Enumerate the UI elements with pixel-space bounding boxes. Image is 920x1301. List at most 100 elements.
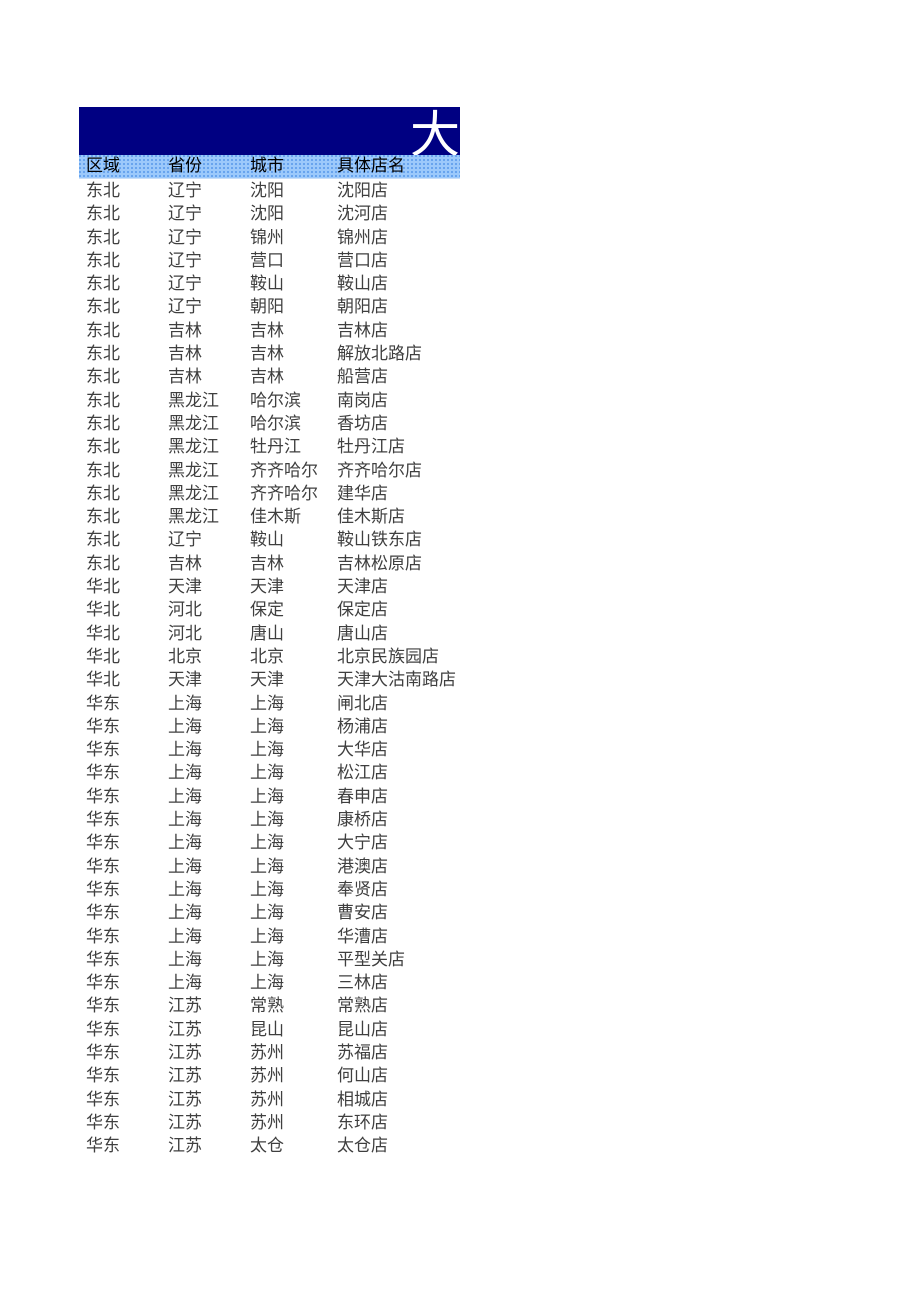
cell-store[interactable]: 锦州店 bbox=[337, 226, 388, 249]
table-row[interactable]: 华东 上海 上海 曹安店 bbox=[79, 901, 460, 924]
cell-region[interactable]: 东北 bbox=[86, 412, 120, 435]
table-row[interactable]: 东北 黑龙江 哈尔滨 香坊店 bbox=[79, 412, 460, 435]
cell-store[interactable]: 曹安店 bbox=[337, 901, 388, 924]
cell-province[interactable]: 辽宁 bbox=[168, 249, 202, 272]
table-row[interactable]: 东北 辽宁 鞍山 鞍山铁东店 bbox=[79, 528, 460, 551]
cell-city[interactable]: 上海 bbox=[250, 692, 284, 715]
cell-city[interactable]: 哈尔滨 bbox=[250, 389, 301, 412]
cell-store[interactable]: 天津店 bbox=[337, 575, 388, 598]
table-row[interactable]: 华东 上海 上海 华漕店 bbox=[79, 925, 460, 948]
cell-region[interactable]: 东北 bbox=[86, 319, 120, 342]
cell-city[interactable]: 朝阳 bbox=[250, 295, 284, 318]
cell-city[interactable]: 保定 bbox=[250, 598, 284, 621]
cell-city[interactable]: 苏州 bbox=[250, 1064, 284, 1087]
table-row[interactable]: 华北 北京 北京 北京民族园店 bbox=[79, 645, 460, 668]
cell-store[interactable]: 大华店 bbox=[337, 738, 388, 761]
cell-province[interactable]: 吉林 bbox=[168, 342, 202, 365]
cell-city[interactable]: 苏州 bbox=[250, 1111, 284, 1134]
cell-city[interactable]: 吉林 bbox=[250, 552, 284, 575]
cell-region[interactable]: 华东 bbox=[86, 761, 120, 784]
table-row[interactable]: 华东 上海 上海 港澳店 bbox=[79, 855, 460, 878]
table-row[interactable]: 华东 上海 上海 奉贤店 bbox=[79, 878, 460, 901]
cell-province[interactable]: 上海 bbox=[168, 808, 202, 831]
cell-city[interactable]: 吉林 bbox=[250, 319, 284, 342]
table-row[interactable]: 华东 上海 上海 平型关店 bbox=[79, 948, 460, 971]
cell-province[interactable]: 江苏 bbox=[168, 1088, 202, 1111]
cell-region[interactable]: 东北 bbox=[86, 435, 120, 458]
cell-city[interactable]: 太仓 bbox=[250, 1134, 284, 1157]
cell-store[interactable]: 建华店 bbox=[337, 482, 388, 505]
cell-store[interactable]: 沈河店 bbox=[337, 202, 388, 225]
cell-province[interactable]: 上海 bbox=[168, 855, 202, 878]
cell-city[interactable]: 北京 bbox=[250, 645, 284, 668]
cell-region[interactable]: 华北 bbox=[86, 575, 120, 598]
cell-city[interactable]: 齐齐哈尔 bbox=[250, 482, 318, 505]
cell-store[interactable]: 解放北路店 bbox=[337, 342, 422, 365]
cell-region[interactable]: 华东 bbox=[86, 785, 120, 808]
cell-province[interactable]: 江苏 bbox=[168, 1111, 202, 1134]
cell-city[interactable]: 天津 bbox=[250, 668, 284, 691]
cell-store[interactable]: 保定店 bbox=[337, 598, 388, 621]
cell-store[interactable]: 牡丹江店 bbox=[337, 435, 405, 458]
cell-region[interactable]: 华东 bbox=[86, 901, 120, 924]
cell-region[interactable]: 华东 bbox=[86, 692, 120, 715]
cell-region[interactable]: 华东 bbox=[86, 831, 120, 854]
table-row[interactable]: 华东 上海 上海 春申店 bbox=[79, 785, 460, 808]
cell-store[interactable]: 华漕店 bbox=[337, 925, 388, 948]
cell-city[interactable]: 苏州 bbox=[250, 1088, 284, 1111]
cell-store[interactable]: 船营店 bbox=[337, 365, 388, 388]
cell-store[interactable]: 平型关店 bbox=[337, 948, 405, 971]
cell-province[interactable]: 上海 bbox=[168, 878, 202, 901]
table-row[interactable]: 华东 上海 上海 大宁店 bbox=[79, 831, 460, 854]
table-row[interactable]: 华东 上海 上海 杨浦店 bbox=[79, 715, 460, 738]
table-row[interactable]: 华北 天津 天津 天津大沽南路店 bbox=[79, 668, 460, 691]
cell-province[interactable]: 江苏 bbox=[168, 994, 202, 1017]
cell-store[interactable]: 闸北店 bbox=[337, 692, 388, 715]
cell-store[interactable]: 相城店 bbox=[337, 1088, 388, 1111]
cell-region[interactable]: 东北 bbox=[86, 389, 120, 412]
cell-province[interactable]: 江苏 bbox=[168, 1041, 202, 1064]
table-row[interactable]: 东北 辽宁 鞍山 鞍山店 bbox=[79, 272, 460, 295]
cell-province[interactable]: 上海 bbox=[168, 831, 202, 854]
cell-province[interactable]: 江苏 bbox=[168, 1134, 202, 1157]
cell-store[interactable]: 常熟店 bbox=[337, 994, 388, 1017]
cell-store[interactable]: 三林店 bbox=[337, 971, 388, 994]
cell-province[interactable]: 上海 bbox=[168, 692, 202, 715]
table-row[interactable]: 华东 江苏 苏州 东环店 bbox=[79, 1111, 460, 1134]
cell-city[interactable]: 上海 bbox=[250, 738, 284, 761]
cell-city[interactable]: 牡丹江 bbox=[250, 435, 301, 458]
cell-city[interactable]: 唐山 bbox=[250, 622, 284, 645]
table-row[interactable]: 华东 江苏 苏州 苏福店 bbox=[79, 1041, 460, 1064]
cell-region[interactable]: 华东 bbox=[86, 994, 120, 1017]
cell-store[interactable]: 太仓店 bbox=[337, 1134, 388, 1157]
cell-city[interactable]: 沈阳 bbox=[250, 202, 284, 225]
cell-province[interactable]: 黑龙江 bbox=[168, 412, 219, 435]
cell-store[interactable]: 吉林松原店 bbox=[337, 552, 422, 575]
cell-store[interactable]: 朝阳店 bbox=[337, 295, 388, 318]
cell-store[interactable]: 南岗店 bbox=[337, 389, 388, 412]
cell-city[interactable]: 营口 bbox=[250, 249, 284, 272]
cell-province[interactable]: 黑龙江 bbox=[168, 505, 219, 528]
table-row[interactable]: 东北 辽宁 营口 营口店 bbox=[79, 249, 460, 272]
cell-region[interactable]: 华北 bbox=[86, 668, 120, 691]
cell-province[interactable]: 上海 bbox=[168, 925, 202, 948]
cell-store[interactable]: 苏福店 bbox=[337, 1041, 388, 1064]
cell-province[interactable]: 江苏 bbox=[168, 1064, 202, 1087]
cell-province[interactable]: 天津 bbox=[168, 575, 202, 598]
table-row[interactable]: 东北 黑龙江 佳木斯 佳木斯店 bbox=[79, 505, 460, 528]
cell-store[interactable]: 大宁店 bbox=[337, 831, 388, 854]
table-row[interactable]: 东北 吉林 吉林 吉林松原店 bbox=[79, 552, 460, 575]
cell-province[interactable]: 河北 bbox=[168, 622, 202, 645]
cell-store[interactable]: 鞍山铁东店 bbox=[337, 528, 422, 551]
cell-region[interactable]: 华东 bbox=[86, 1064, 120, 1087]
cell-region[interactable]: 东北 bbox=[86, 342, 120, 365]
cell-province[interactable]: 上海 bbox=[168, 761, 202, 784]
cell-region[interactable]: 东北 bbox=[86, 202, 120, 225]
cell-city[interactable]: 天津 bbox=[250, 575, 284, 598]
cell-province[interactable]: 辽宁 bbox=[168, 226, 202, 249]
cell-store[interactable]: 杨浦店 bbox=[337, 715, 388, 738]
table-row[interactable]: 东北 辽宁 沈阳 沈阳店 bbox=[79, 179, 460, 202]
table-row[interactable]: 华北 天津 天津 天津店 bbox=[79, 575, 460, 598]
table-row[interactable]: 华东 江苏 苏州 何山店 bbox=[79, 1064, 460, 1087]
table-row[interactable]: 东北 黑龙江 哈尔滨 南岗店 bbox=[79, 389, 460, 412]
